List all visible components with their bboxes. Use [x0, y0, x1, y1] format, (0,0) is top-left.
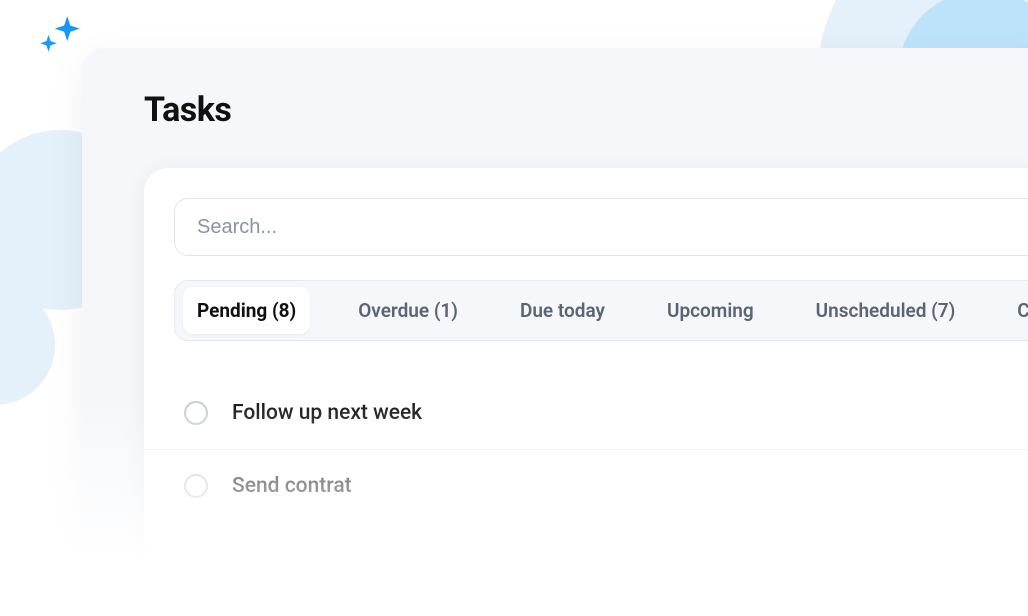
task-checkbox[interactable] [184, 401, 208, 425]
task-list: Follow up next week Send contrat [174, 377, 1028, 522]
tasks-panel: Tasks Pending (8) Overdue (1) Due today … [82, 48, 1028, 616]
page-title: Tasks [144, 90, 231, 130]
tasks-card: Pending (8) Overdue (1) Due today Upcomi… [144, 168, 1028, 562]
tab-unscheduled[interactable]: Unscheduled (7) [802, 287, 970, 334]
task-title: Follow up next week [232, 401, 422, 425]
task-title: Send contrat [232, 474, 352, 498]
sparkle-icon [36, 12, 86, 62]
tab-upcoming[interactable]: Upcoming [653, 287, 768, 334]
tab-due-today[interactable]: Due today [506, 287, 619, 334]
task-checkbox[interactable] [184, 474, 208, 498]
task-row[interactable]: Send contrat [144, 449, 1028, 522]
tab-completed[interactable]: Completed [1003, 287, 1028, 334]
search-input[interactable] [174, 198, 1028, 256]
task-row[interactable]: Follow up next week [184, 377, 1028, 449]
tab-pending[interactable]: Pending (8) [183, 287, 310, 334]
tab-overdue[interactable]: Overdue (1) [344, 287, 472, 334]
tab-bar: Pending (8) Overdue (1) Due today Upcomi… [174, 280, 1028, 341]
